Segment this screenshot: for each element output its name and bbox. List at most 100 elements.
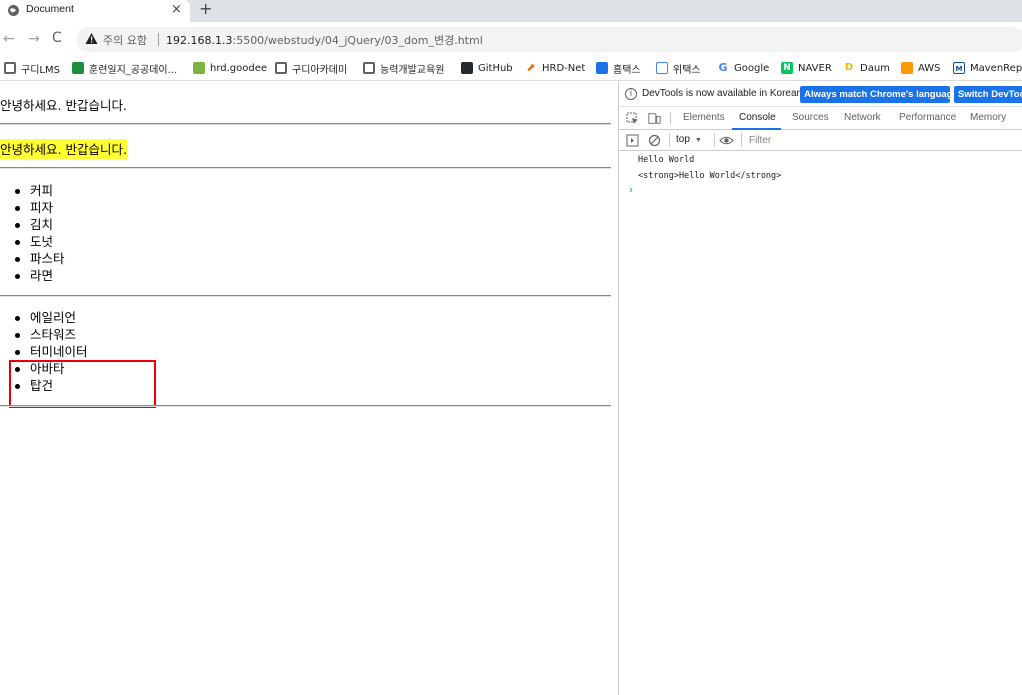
bookmark-label: 위택스	[673, 64, 701, 76]
list-item: 터미네이터	[10, 343, 88, 360]
console-prompt[interactable]: ›	[628, 185, 634, 196]
console-log-line: <strong>Hello World</strong>	[638, 171, 782, 181]
bookmark-label: 구디LMS	[21, 64, 60, 76]
annotation-box	[9, 360, 156, 408]
url-path: :5500/webstudy/04_jQuery/03_dom_변경.html	[232, 34, 483, 47]
list-item: 김치	[10, 216, 65, 233]
bookmark-item[interactable]: 구디LMS	[4, 60, 60, 76]
bookmark-item[interactable]: 능력개발교육원	[363, 60, 444, 76]
list-item: 스타워즈	[10, 326, 88, 343]
list-item: 커피	[10, 182, 65, 199]
url-host: 192.168.1.3	[166, 34, 233, 47]
bookmark-item[interactable]: G Google	[717, 60, 769, 76]
devtools-infobar: i DevTools is now available in Korean! A…	[619, 82, 1022, 107]
tab-network[interactable]: Network	[844, 112, 881, 123]
hometax-icon	[596, 62, 608, 74]
github-icon	[461, 62, 473, 74]
info-icon: i	[625, 88, 637, 100]
naver-icon: N	[781, 62, 793, 74]
bookmark-item[interactable]: N NAVER	[781, 60, 832, 76]
divider	[0, 295, 611, 297]
bookmark-item[interactable]: AWS	[901, 60, 941, 76]
bookmark-item[interactable]: GitHub	[461, 60, 513, 76]
security-label[interactable]: 주의 요함	[103, 32, 147, 48]
google-icon: G	[717, 61, 729, 74]
list-item: 에일리언	[10, 309, 88, 326]
tab-elements[interactable]: Elements	[683, 112, 725, 123]
toolbar-divider	[714, 133, 715, 147]
bookmark-item[interactable]: 구디아카데미	[275, 60, 347, 76]
reload-button[interactable]: C	[52, 30, 62, 46]
toolbar-divider	[670, 112, 671, 125]
divider	[0, 405, 611, 407]
tab-sources[interactable]: Sources	[792, 112, 829, 123]
devtools-panel: i DevTools is now available in Korean! A…	[618, 82, 1022, 695]
devtools-tabbar: Elements Console Sources Network Perform…	[619, 107, 1022, 130]
bookmark-item[interactable]: 훈련일지_공공데이...	[72, 60, 177, 76]
bookmark-item[interactable]: hrd.goodee	[193, 60, 267, 76]
eye-icon[interactable]	[719, 134, 734, 147]
page-viewport: 안녕하세요. 반갑습니다. 안녕하세요. 반갑습니다. 커피 피자 김치 도넛 …	[0, 82, 618, 695]
tab-strip: Document × +	[0, 0, 1022, 22]
inspect-element-icon[interactable]	[626, 112, 639, 125]
leaf-icon	[193, 62, 205, 74]
bookmark-label: 능력개발교육원	[380, 64, 445, 76]
bookmark-label: Google	[734, 62, 770, 74]
match-language-button[interactable]: Always match Chrome's language	[800, 86, 950, 103]
tab-performance[interactable]: Performance	[899, 112, 956, 123]
bookmark-label: NAVER	[798, 62, 832, 74]
console-toolbar: top ▼	[619, 130, 1022, 151]
bookmark-label: hrd.goodee	[210, 62, 268, 74]
url-text[interactable]: 192.168.1.3:5500/webstudy/04_jQuery/03_d…	[166, 32, 483, 48]
globe-icon	[8, 5, 19, 16]
bookmarks-bar: 구디LMS 훈련일지_공공데이... hrd.goodee 구디아카데미 능력개…	[0, 55, 1022, 81]
bookmark-label: 훈련일지_공공데이...	[89, 64, 178, 76]
clear-console-icon[interactable]	[648, 134, 661, 147]
tab-title: Document	[26, 3, 74, 15]
globe-icon	[4, 62, 16, 74]
tab-close-button[interactable]: ×	[171, 2, 182, 17]
list-item: 라면	[10, 267, 65, 284]
switch-devtools-button[interactable]: Switch DevTools	[954, 86, 1022, 103]
bookmark-item[interactable]: M MavenRepo	[953, 60, 1022, 76]
bookmark-label: Daum	[860, 62, 890, 74]
bookmark-label: HRD-Net	[542, 62, 586, 74]
tab-memory[interactable]: Memory	[970, 112, 1006, 123]
tab-console[interactable]: Console	[739, 112, 776, 123]
list-item: 도넛	[10, 233, 65, 250]
forward-button[interactable]: →	[28, 31, 40, 47]
bookmark-label: GitHub	[478, 62, 513, 74]
dropdown-caret-icon: ▼	[694, 137, 702, 144]
list-item: 파스타	[10, 250, 65, 267]
bookmark-item[interactable]: 위택스	[656, 60, 701, 76]
list-item: 피자	[10, 199, 65, 216]
plus-square-icon	[72, 62, 84, 74]
bookmark-item[interactable]: D Daum	[843, 60, 890, 76]
address-bar[interactable]: 주의 요함 192.168.1.3:5500/webstudy/04_jQuer…	[76, 27, 1022, 52]
context-value: top	[676, 134, 690, 145]
console-filter-input[interactable]	[749, 133, 1019, 148]
highlighted-greeting-text: 안녕하세요. 반갑습니다.	[0, 139, 127, 159]
bookmark-label: AWS	[918, 62, 941, 74]
aws-icon	[901, 62, 913, 74]
maven-icon: M	[953, 62, 965, 74]
infobar-text: DevTools is now available in Korean!	[642, 88, 805, 99]
bookmark-label: 홈택스	[613, 64, 641, 76]
daum-icon: D	[843, 62, 855, 74]
device-toggle-icon[interactable]	[648, 112, 661, 125]
bookmark-item[interactable]: ⬈ HRD-Net	[525, 60, 585, 76]
browser-tab[interactable]: Document ×	[0, 0, 190, 22]
globe-icon	[363, 62, 375, 74]
sidebar-toggle-icon[interactable]	[626, 134, 639, 147]
toolbar-divider	[669, 133, 670, 147]
back-button[interactable]: ←	[3, 31, 15, 47]
food-list: 커피 피자 김치 도넛 파스타 라면	[10, 182, 65, 284]
context-selector[interactable]: top ▼	[676, 134, 702, 145]
bookmark-item[interactable]: 홈택스	[596, 60, 641, 76]
wetax-icon	[656, 62, 668, 74]
divider	[0, 167, 611, 169]
greeting-text: 안녕하세요. 반갑습니다.	[0, 98, 127, 113]
new-tab-button[interactable]: +	[199, 0, 212, 18]
warning-icon[interactable]	[85, 32, 98, 45]
toolbar-divider	[741, 133, 742, 147]
